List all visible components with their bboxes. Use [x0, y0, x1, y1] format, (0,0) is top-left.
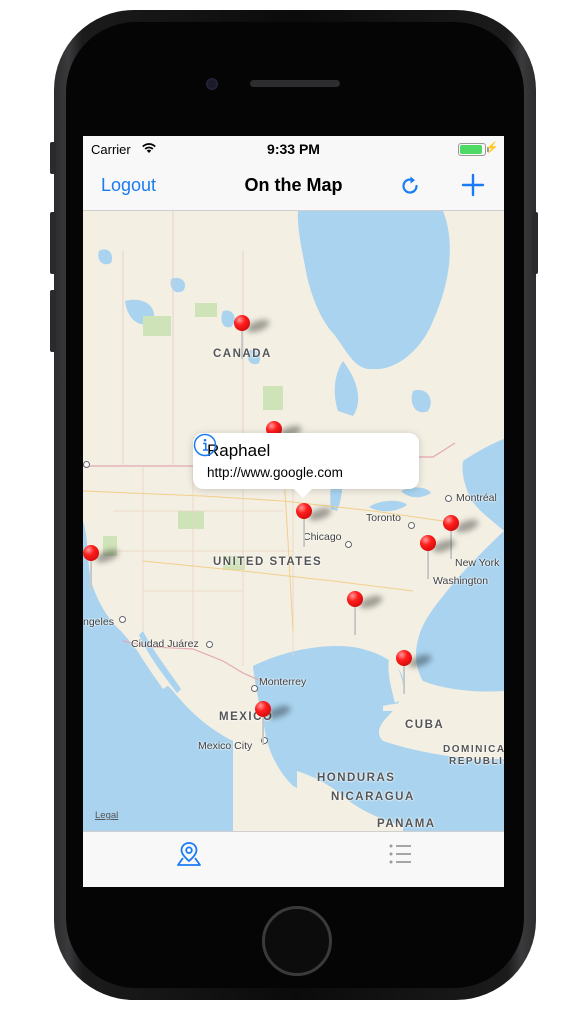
location-pin[interactable]: [296, 503, 333, 549]
location-pin[interactable]: [396, 650, 433, 696]
location-pin[interactable]: [255, 701, 292, 747]
label-honduras: HONDURAS: [317, 772, 396, 784]
label-toronto: Toronto: [366, 512, 402, 524]
label-monterrey: Monterrey: [259, 676, 307, 688]
battery-icon: [458, 143, 489, 156]
city-dot-ciudad-juarez: [206, 641, 213, 648]
label-washington: Washington: [433, 575, 489, 587]
map-terrain: [83, 211, 504, 831]
volume-down-button: [50, 290, 56, 352]
navigation-bar: Logout On the Map: [83, 162, 504, 211]
status-time: 9:33 PM: [267, 141, 320, 157]
power-button: [532, 212, 538, 274]
location-pin[interactable]: [83, 545, 120, 591]
earpiece-speaker: [250, 80, 340, 87]
label-montreal: Montréal: [456, 492, 497, 504]
label-united-states: UNITED STATES: [213, 556, 323, 568]
charging-bolt-icon: ⚡: [485, 142, 499, 154]
label-los-angeles: ngeles: [83, 616, 114, 628]
mute-switch: [50, 142, 56, 174]
map-view[interactable]: CANADA UNITED STATES MEXICO CUBA HONDURA…: [83, 211, 504, 831]
pin-callout[interactable]: Raphael http://www.google.com: [193, 433, 419, 498]
home-button[interactable]: [262, 906, 332, 976]
label-mexico-city: Mexico City: [198, 740, 253, 752]
label-dominican-1: DOMINICA: [443, 744, 504, 755]
app-screen: Carrier 9:33 PM ⚡ Logout On the Map UNIT…: [83, 136, 504, 887]
city-dot-monterrey: [251, 685, 258, 692]
location-pin[interactable]: [443, 515, 480, 561]
refresh-icon[interactable]: [398, 174, 422, 198]
legal-link[interactable]: Legal: [95, 810, 118, 821]
city-dot-chicago: [345, 541, 352, 548]
location-pin[interactable]: [347, 591, 384, 637]
info-icon[interactable]: [193, 433, 217, 457]
map-pin-icon[interactable]: [175, 840, 203, 868]
city-dot-vancouver: [83, 461, 90, 468]
front-camera: [206, 78, 218, 90]
list-icon[interactable]: [386, 840, 414, 868]
tab-bar: [83, 831, 504, 887]
page-title: On the Map: [244, 175, 343, 195]
label-dominican-2: REPUBLIC: [449, 756, 504, 767]
label-new-york: New York: [455, 557, 500, 569]
city-dot-montreal: [445, 495, 452, 502]
location-pin[interactable]: [234, 315, 271, 361]
status-bar: Carrier 9:33 PM ⚡: [83, 136, 504, 162]
city-dot-los-angeles: [119, 616, 126, 623]
label-cuba: CUBA: [405, 719, 445, 731]
label-ciudad-juarez: Ciudad Juárez: [131, 638, 199, 650]
callout-url[interactable]: http://www.google.com: [207, 465, 343, 480]
location-pin[interactable]: [420, 535, 457, 581]
battery-level: [460, 145, 482, 154]
label-nicaragua: NICARAGUA: [331, 791, 415, 803]
city-dot-toronto: [408, 522, 415, 529]
plus-icon[interactable]: [460, 172, 486, 198]
volume-up-button: [50, 212, 56, 274]
label-panama: PANAMA: [377, 818, 436, 830]
